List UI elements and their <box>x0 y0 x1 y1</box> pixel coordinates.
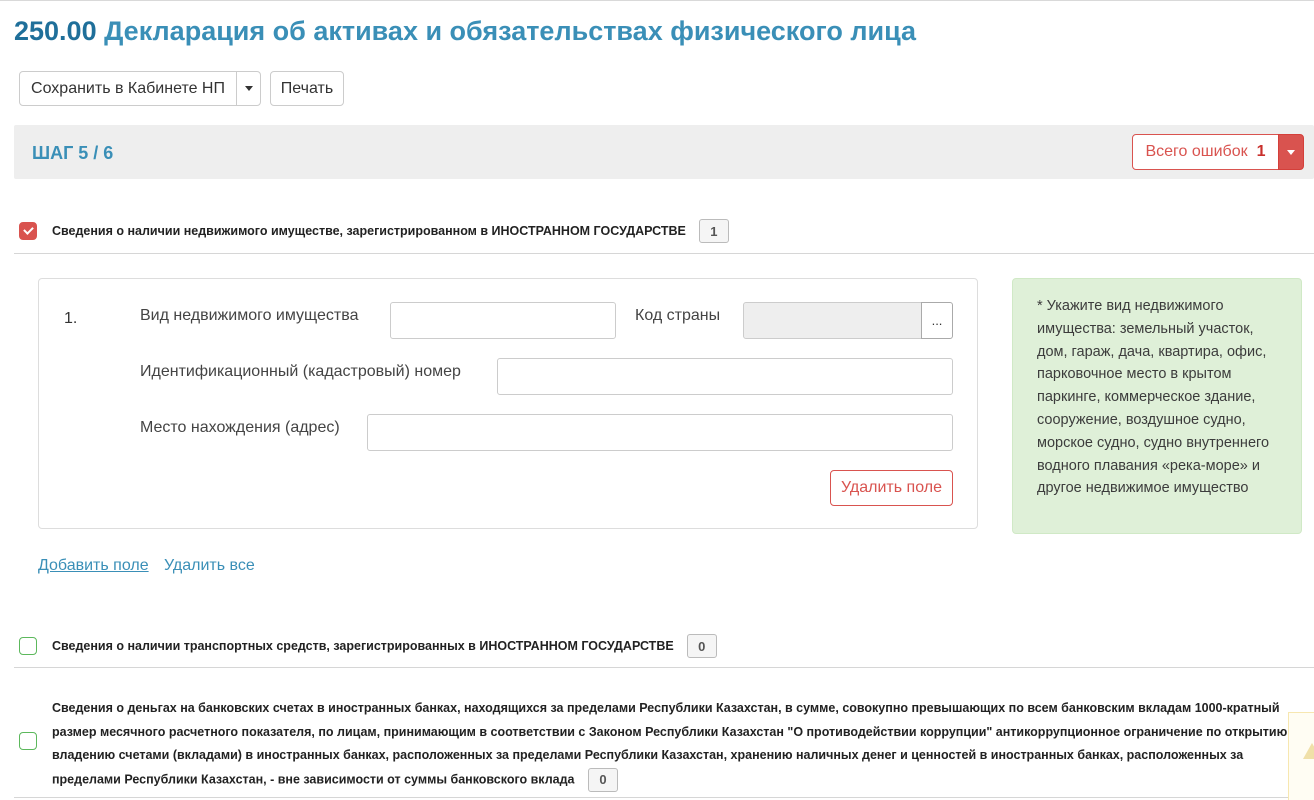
page-title: 250.00 Декларация об активах и обязатель… <box>14 16 916 47</box>
save-options-dropdown-button[interactable] <box>236 71 261 106</box>
section-bank-accounts-count-badge: 0 <box>587 767 618 792</box>
section-divider <box>14 797 1314 798</box>
add-field-link[interactable]: Добавить поле <box>38 557 149 575</box>
warning-icon <box>1303 743 1314 759</box>
step-bar: ШАГ 5 / 6 Всего ошибок 1 <box>14 125 1314 179</box>
section-real-estate-title: Сведения о наличии недвижимого имуществе… <box>52 224 686 238</box>
real-estate-hint-box: * Укажите вид недвижимого имущества: зем… <box>1012 278 1302 534</box>
ellipsis-icon: ... <box>931 313 943 328</box>
errors-label: Всего ошибок <box>1145 143 1248 160</box>
errors-count: 1 <box>1256 143 1266 160</box>
section-real-estate-checkbox[interactable] <box>19 222 37 240</box>
step-indicator: ШАГ 5 / 6 <box>32 143 114 163</box>
print-button-label: Печать <box>280 79 334 97</box>
save-button-label: Сохранить в Кабинете НП <box>31 79 225 97</box>
print-button[interactable]: Печать <box>270 71 344 106</box>
country-code-input[interactable] <box>743 302 922 339</box>
address-input[interactable] <box>367 414 953 451</box>
property-type-input[interactable] <box>390 302 616 339</box>
section-bank-accounts-checkbox[interactable] <box>19 732 37 750</box>
country-code-picker-button[interactable]: ... <box>921 302 953 339</box>
errors-total-button[interactable]: Всего ошибок 1 <box>1132 134 1279 170</box>
delete-field-label: Удалить поле <box>841 479 942 496</box>
cadastral-number-label: Идентификационный (кадастровый) номер <box>140 363 461 380</box>
section-vehicles-title: Сведения о наличии транспортных средств,… <box>52 639 674 653</box>
top-divider <box>0 0 1314 1</box>
caret-down-icon <box>1287 149 1295 155</box>
section-vehicles-count-badge: 0 <box>686 634 717 658</box>
section-real-estate-count-badge: 1 <box>698 219 729 243</box>
section-vehicles-checkbox[interactable] <box>19 637 37 655</box>
form-title: Декларация об активах и обязательствах ф… <box>104 16 917 46</box>
address-label: Место нахождения (адрес) <box>140 419 340 436</box>
real-estate-item-panel: 1. Вид недвижимого имущества Код страны … <box>38 278 978 529</box>
section-bank-accounts-header: Сведения о деньгах на банковских счетах … <box>52 697 1314 792</box>
cadastral-number-input[interactable] <box>497 358 953 395</box>
save-to-cabinet-button[interactable]: Сохранить в Кабинете НП <box>19 71 237 106</box>
errors-dropdown-button[interactable] <box>1278 134 1304 170</box>
delete-all-link[interactable]: Удалить все <box>164 557 255 575</box>
property-type-label: Вид недвижимого имущества <box>140 307 359 324</box>
caret-down-icon <box>244 86 253 91</box>
section-vehicles-header: Сведения о наличии транспортных средств,… <box>19 634 717 658</box>
country-code-label: Код страны <box>635 307 721 324</box>
section-divider <box>14 253 1314 254</box>
form-code: 250.00 <box>14 16 97 46</box>
item-number: 1. <box>64 310 78 327</box>
warning-widget[interactable] <box>1288 712 1314 800</box>
section-real-estate-header: Сведения о наличии недвижимого имуществе… <box>19 219 729 243</box>
real-estate-hint-text: * Укажите вид недвижимого имущества: зем… <box>1037 298 1270 497</box>
section-divider <box>14 667 1314 668</box>
section-bank-accounts-title: Сведения о деньгах на банковских счетах … <box>52 701 1299 786</box>
delete-field-button[interactable]: Удалить поле <box>830 470 953 506</box>
